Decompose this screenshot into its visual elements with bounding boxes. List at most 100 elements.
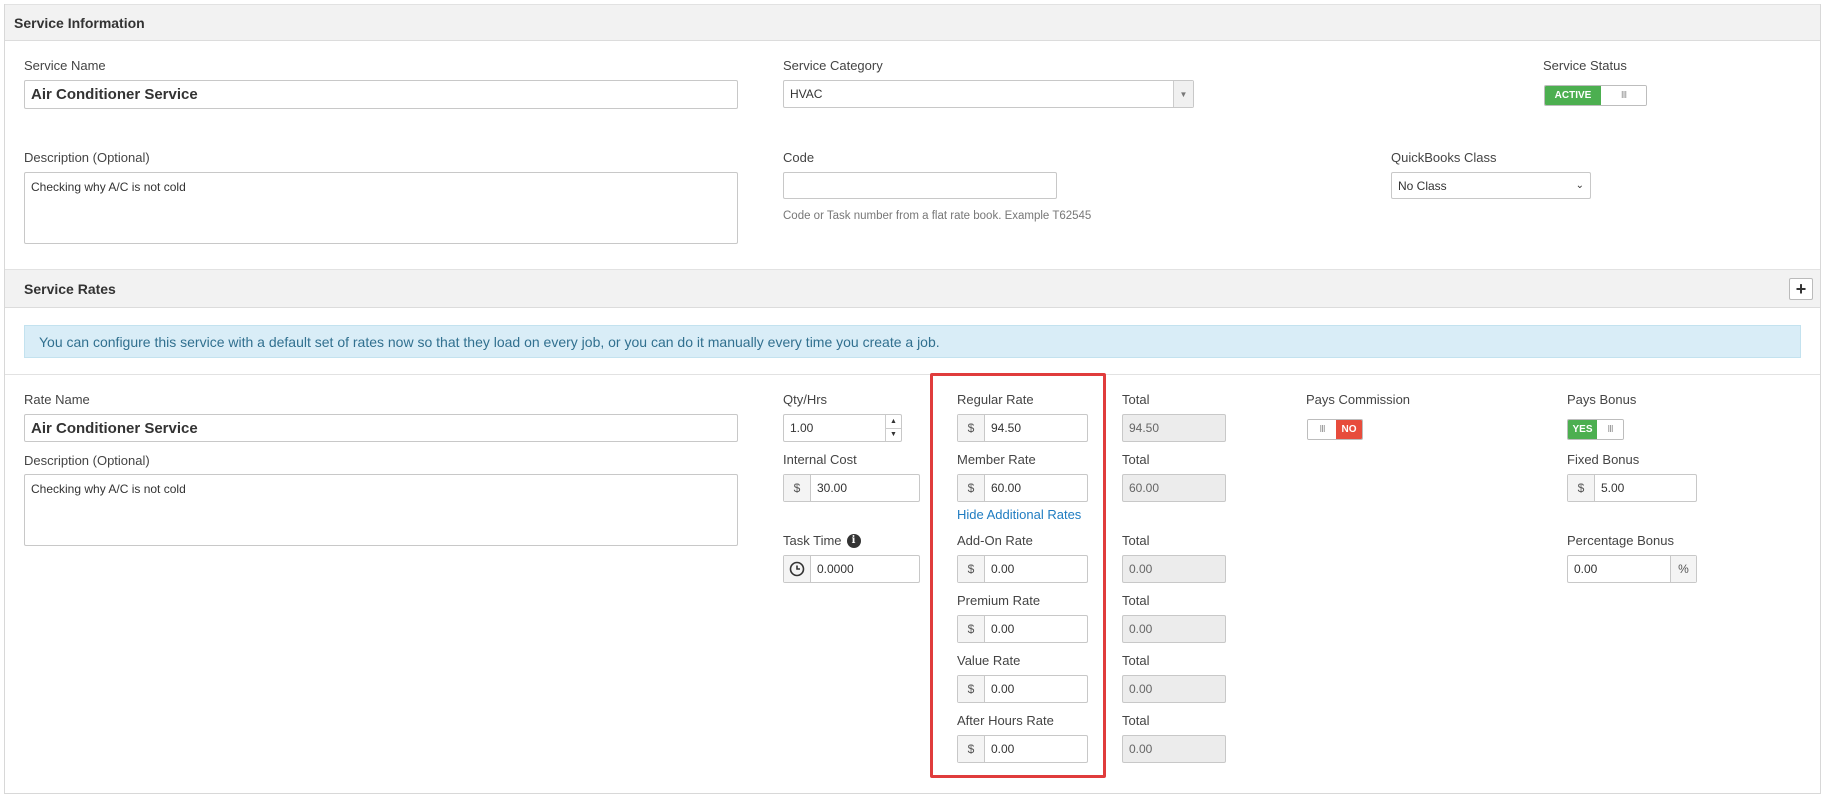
plus-icon: + — [1795, 279, 1807, 299]
dollar-addon: $ — [958, 616, 985, 642]
rate-name-value: Air Conditioner Service — [31, 419, 198, 437]
regular-rate-label: Regular Rate — [957, 392, 1034, 407]
page-frame — [4, 4, 1821, 794]
value-rate-input[interactable]: $ 0.00 — [957, 675, 1088, 703]
clock-icon — [784, 556, 811, 582]
regular-rate-value: 94.50 — [991, 421, 1022, 435]
add-rate-button[interactable]: + — [1789, 278, 1813, 300]
dollar-addon: $ — [1568, 475, 1595, 501]
member-total-value: 60.00 — [1129, 481, 1160, 495]
task-time-input[interactable]: 0.0000 — [783, 555, 920, 583]
premium-total-value: 0.00 — [1129, 622, 1153, 636]
add-on-total-value: 0.00 — [1129, 562, 1153, 576]
description-label: Description (Optional) — [24, 150, 150, 165]
percentage-bonus-value: 0.00 — [1574, 562, 1598, 576]
total-label: Total — [1122, 392, 1150, 407]
add-on-total-field: 0.00 — [1122, 555, 1226, 583]
regular-total-value: 94.50 — [1129, 421, 1160, 435]
fixed-bonus-input[interactable]: $ 5.00 — [1567, 474, 1697, 502]
member-rate-input[interactable]: $ 60.00 — [957, 474, 1088, 502]
hide-additional-rates-link[interactable]: Hide Additional Rates — [957, 507, 1081, 522]
qty-hrs-label: Qty/Hrs — [783, 392, 828, 407]
fixed-bonus-label: Fixed Bonus — [1567, 452, 1640, 467]
regular-total-field: 94.50 — [1122, 414, 1226, 442]
caret-up-icon[interactable]: ▲ — [886, 415, 901, 429]
toggle-grip-icon: III — [1601, 86, 1646, 105]
dollar-addon: $ — [958, 676, 985, 702]
pays-commission-no: NO — [1336, 420, 1362, 439]
value-rate-value: 0.00 — [991, 682, 1015, 696]
member-total-field: 60.00 — [1122, 474, 1226, 502]
toggle-grip-icon: III — [1597, 420, 1623, 439]
pays-bonus-toggle[interactable]: YES III — [1567, 419, 1624, 440]
service-information-header: Service Information — [5, 4, 1820, 41]
pays-commission-label: Pays Commission — [1306, 392, 1411, 407]
value-total-field: 0.00 — [1122, 675, 1226, 703]
service-category-select[interactable]: HVAC ▼ — [783, 80, 1194, 108]
add-on-rate-label: Add-On Rate — [957, 533, 1033, 548]
percentage-bonus-input[interactable]: 0.00 % — [1567, 555, 1697, 583]
total-label: Total — [1122, 713, 1150, 728]
toggle-grip-icon: III — [1308, 420, 1336, 439]
dollar-addon: $ — [958, 556, 985, 582]
code-label: Code — [783, 150, 815, 165]
qty-hrs-stepper[interactable]: 1.00 ▲ ▼ — [783, 414, 902, 442]
after-hours-rate-input[interactable]: $ 0.00 — [957, 735, 1088, 763]
task-time-label: Task Time — [783, 533, 842, 548]
pays-bonus-yes: YES — [1568, 420, 1597, 439]
service-status-label: Service Status — [1543, 58, 1627, 73]
total-label: Total — [1122, 593, 1150, 608]
after-hours-total-value: 0.00 — [1129, 742, 1153, 756]
after-hours-rate-label: After Hours Rate — [957, 713, 1054, 728]
internal-cost-value: 30.00 — [817, 481, 848, 495]
rate-name-label: Rate Name — [24, 392, 90, 407]
caret-down-icon[interactable]: ▼ — [886, 429, 901, 442]
value-rate-label: Value Rate — [957, 653, 1021, 668]
quickbooks-class-label: QuickBooks Class — [1391, 150, 1497, 165]
total-label: Total — [1122, 533, 1150, 548]
add-on-rate-input[interactable]: $ 0.00 — [957, 555, 1088, 583]
quickbooks-class-select[interactable]: No Class ⌄ — [1391, 172, 1591, 199]
internal-cost-input[interactable]: $ 30.00 — [783, 474, 920, 502]
section-title: Service Rates — [24, 280, 116, 297]
fixed-bonus-value: 5.00 — [1601, 481, 1625, 495]
dollar-addon: $ — [958, 415, 985, 441]
member-rate-label: Member Rate — [957, 452, 1036, 467]
service-category-label: Service Category — [783, 58, 883, 73]
info-message: You can configure this service with a de… — [39, 333, 940, 350]
percentage-bonus-label: Percentage Bonus — [1567, 533, 1674, 548]
regular-rate-input[interactable]: $ 94.50 — [957, 414, 1088, 442]
pays-commission-toggle[interactable]: III NO — [1307, 419, 1363, 440]
rate-description-value: Checking why A/C is not cold — [31, 482, 186, 496]
qty-hrs-value: 1.00 — [790, 421, 814, 435]
internal-cost-label: Internal Cost — [783, 452, 857, 467]
dollar-addon: $ — [784, 475, 811, 501]
code-input[interactable] — [783, 172, 1057, 199]
after-hours-rate-value: 0.00 — [991, 742, 1015, 756]
divider — [5, 374, 1820, 375]
service-name-input[interactable]: Air Conditioner Service — [24, 80, 738, 109]
section-title: Service Information — [14, 14, 145, 31]
rate-name-input[interactable]: Air Conditioner Service — [24, 414, 738, 442]
service-category-value: HVAC — [790, 87, 823, 101]
service-name-value: Air Conditioner Service — [31, 86, 198, 103]
value-total-value: 0.00 — [1129, 682, 1153, 696]
status-toggle-on: ACTIVE — [1545, 86, 1601, 105]
stepper-arrows[interactable]: ▲ ▼ — [885, 415, 901, 441]
rate-description-label: Description (Optional) — [24, 453, 150, 468]
description-textarea[interactable]: Checking why A/C is not cold — [24, 172, 738, 244]
total-label: Total — [1122, 452, 1150, 467]
quickbooks-class-value: No Class — [1398, 178, 1447, 193]
premium-total-field: 0.00 — [1122, 615, 1226, 643]
service-status-toggle[interactable]: ACTIVE III — [1544, 85, 1647, 106]
service-rates-header: Service Rates — [5, 269, 1820, 308]
premium-rate-input[interactable]: $ 0.00 — [957, 615, 1088, 643]
description-value: Checking why A/C is not cold — [31, 180, 186, 194]
rate-description-textarea[interactable]: Checking why A/C is not cold — [24, 474, 738, 546]
code-hint: Code or Task number from a flat rate boo… — [783, 210, 1092, 222]
after-hours-total-field: 0.00 — [1122, 735, 1226, 763]
task-time-value: 0.0000 — [817, 562, 854, 576]
add-on-rate-value: 0.00 — [991, 562, 1015, 576]
chevron-down-icon[interactable]: ▼ — [1173, 81, 1193, 107]
info-icon[interactable]: i — [846, 533, 861, 548]
